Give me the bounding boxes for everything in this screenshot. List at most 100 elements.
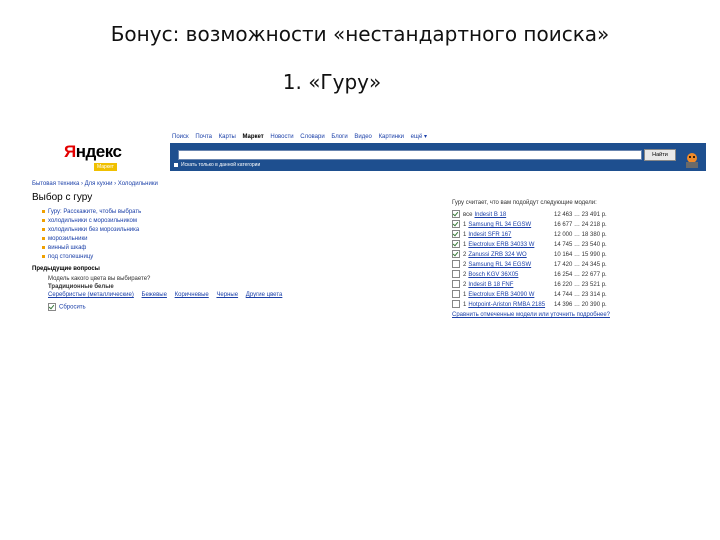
result-count: 2: [463, 252, 467, 258]
list-item[interactable]: винный шкаф: [42, 244, 141, 253]
result-count: все: [463, 212, 473, 218]
answer-link[interactable]: Коричневые: [175, 292, 209, 298]
result-count: 1: [463, 292, 467, 298]
nav-item[interactable]: Видео: [354, 134, 372, 140]
result-row: 2 Zanussi ZRB 324 WO 10 164 … 15 990 р.: [452, 250, 624, 260]
yandex-guru-screenshot: Яндекс Маркет Поиск Почта Карты Маркет Н…: [32, 130, 712, 345]
result-checkbox[interactable]: [452, 240, 460, 249]
result-checkbox[interactable]: [452, 280, 460, 289]
result-row: 2 Indesit B 18 FNF 16 220 … 23 521 р.: [452, 280, 624, 290]
answer-link[interactable]: Черные: [216, 292, 238, 298]
result-count: 2: [463, 272, 467, 278]
list-item-label: холодильники без морозильника: [48, 227, 140, 233]
category-only-label: Искать только в данной категории: [181, 162, 261, 168]
list-item-label: Гуру: Расскажите, чтобы выбрать: [48, 209, 142, 215]
nav-item[interactable]: Картинки: [379, 134, 404, 140]
result-checkbox[interactable]: [452, 260, 460, 269]
slide-subtitle: 1. «Гуру»: [282, 70, 382, 94]
list-item-label: холодильники с морозильником: [48, 218, 137, 224]
list-item-label: под столешницу: [48, 254, 94, 260]
search-input[interactable]: [178, 150, 642, 160]
bullet-icon: [42, 236, 45, 240]
service-nav: Поиск Почта Карты Маркет Новости Словари…: [172, 133, 432, 143]
result-checkbox[interactable]: [452, 270, 460, 279]
compare-link[interactable]: Сравнить отмеченные модели или уточнить …: [452, 312, 624, 318]
result-price: 14 744 … 23 314 р.: [554, 292, 607, 298]
nav-item[interactable]: Новости: [270, 134, 293, 140]
nav-item[interactable]: Карты: [219, 134, 236, 140]
guru-results: Гуру считает, что вам подойдут следующие…: [452, 200, 624, 318]
logo-rest: ндекс: [75, 142, 122, 161]
result-model-link[interactable]: Samsung RL 34 EGSW: [468, 222, 531, 228]
result-price: 12 463 … 23 491 р.: [554, 212, 607, 218]
checkbox-icon[interactable]: [174, 162, 178, 167]
answer-link[interactable]: Бежевые: [142, 292, 167, 298]
market-badge: Маркет: [94, 163, 117, 171]
nav-item[interactable]: ещё ▾: [411, 134, 427, 140]
result-row: 1 Hotpoint-Ariston RMBA 2185 14 396 … 20 3…: [452, 300, 624, 310]
result-price: 17 420 … 24 345 р.: [554, 262, 607, 268]
slide-title: Бонус: возможности «нестандартного поиск…: [110, 22, 610, 46]
result-model-link[interactable]: Indesit B 18 FNF: [468, 282, 513, 288]
checkbox-icon[interactable]: [48, 303, 56, 311]
result-model-link[interactable]: Indesit B 18: [474, 212, 506, 218]
list-item[interactable]: холодильники без морозильника: [42, 226, 141, 235]
guru-options-list: Гуру: Расскажите, чтобы выбрать холодиль…: [42, 208, 141, 262]
result-count: 1: [463, 232, 467, 238]
result-model-link[interactable]: Hotpoint-Ariston RMBA 2185: [468, 302, 545, 308]
bullet-icon: [42, 218, 45, 222]
result-model-link[interactable]: Zanussi ZRB 324 WO: [468, 252, 526, 258]
result-price: 10 164 … 15 990 р.: [554, 252, 607, 258]
result-count: 2: [463, 262, 467, 268]
list-item[interactable]: морозильники: [42, 235, 141, 244]
result-checkbox[interactable]: [452, 220, 460, 229]
result-row: 1 Samsung RL 34 EGSW 16 677 … 24 218 р.: [452, 220, 624, 230]
list-item[interactable]: холодильники с морозильником: [42, 217, 141, 226]
nav-item[interactable]: Маркет: [242, 134, 263, 140]
result-model-link[interactable]: Electrolux ERB 34033 W: [468, 242, 534, 248]
result-price: 14 396 … 20 390 р.: [554, 302, 607, 308]
result-checkbox[interactable]: [452, 210, 460, 219]
answer-link[interactable]: Другие цвета: [246, 292, 283, 298]
question-text: Модель какого цвета вы выбираете?: [48, 276, 151, 282]
bullet-icon: [42, 245, 45, 249]
questions-heading: Предыдущие вопросы: [32, 266, 100, 272]
bullet-icon: [42, 254, 45, 258]
result-checkbox[interactable]: [452, 250, 460, 259]
nav-item[interactable]: Поиск: [172, 134, 189, 140]
result-row: все Indesit B 18 12 463 … 23 491 р.: [452, 210, 624, 220]
page-title: Выбор с гуру: [32, 192, 93, 203]
list-item-label: морозильники: [48, 236, 88, 242]
result-model-link[interactable]: Bosch KGV 36X05: [468, 272, 518, 278]
result-checkbox[interactable]: [452, 230, 460, 239]
result-count: 1: [463, 222, 467, 228]
logo-letter: Я: [64, 142, 76, 161]
result-checkbox[interactable]: [452, 290, 460, 299]
result-checkbox[interactable]: [452, 300, 460, 309]
result-model-link[interactable]: Electrolux ERB 34090 W: [468, 292, 534, 298]
answer-link[interactable]: Серебристые (металлические): [48, 292, 134, 298]
results-list: все Indesit B 18 12 463 … 23 491 р. 1 Samsun…: [452, 210, 624, 310]
search-button[interactable]: Найти: [644, 149, 676, 161]
question-answer: Традиционные белые: [48, 284, 114, 290]
search-band: Найти Искать только в данной категории: [170, 143, 706, 171]
result-count: 1: [463, 242, 467, 248]
bullet-icon: [42, 209, 45, 213]
result-row: 1 Electrolux ERB 34090 W 14 744 … 23 314 р…: [452, 290, 624, 300]
nav-item[interactable]: Блоги: [331, 134, 347, 140]
nav-item[interactable]: Словари: [300, 134, 324, 140]
result-row: 2 Samsung RL 34 EGSW 17 420 … 24 345 р.: [452, 260, 624, 270]
answer-links: Серебристые (металлические) Бежевые Кори…: [48, 292, 288, 298]
list-item[interactable]: Гуру: Расскажите, чтобы выбрать: [42, 208, 141, 217]
category-only-option[interactable]: Искать только в данной категории: [174, 162, 260, 168]
result-model-link[interactable]: Indesit SFR 167: [468, 232, 511, 238]
result-model-link[interactable]: Samsung RL 34 EGSW: [468, 262, 531, 268]
yandex-logo[interactable]: Яндекс Маркет: [64, 142, 140, 180]
reset-checkbox[interactable]: Сбросить: [48, 303, 86, 311]
list-item-label: винный шкаф: [48, 245, 87, 251]
result-row: 2 Bosch KGV 36X05 16 254 … 22 677 р.: [452, 270, 624, 280]
breadcrumb[interactable]: Бытовая техника › Для кухни › Холодильни…: [32, 181, 158, 187]
nav-item[interactable]: Почта: [195, 134, 212, 140]
result-price: 16 254 … 22 677 р.: [554, 272, 607, 278]
list-item[interactable]: под столешницу: [42, 253, 141, 262]
